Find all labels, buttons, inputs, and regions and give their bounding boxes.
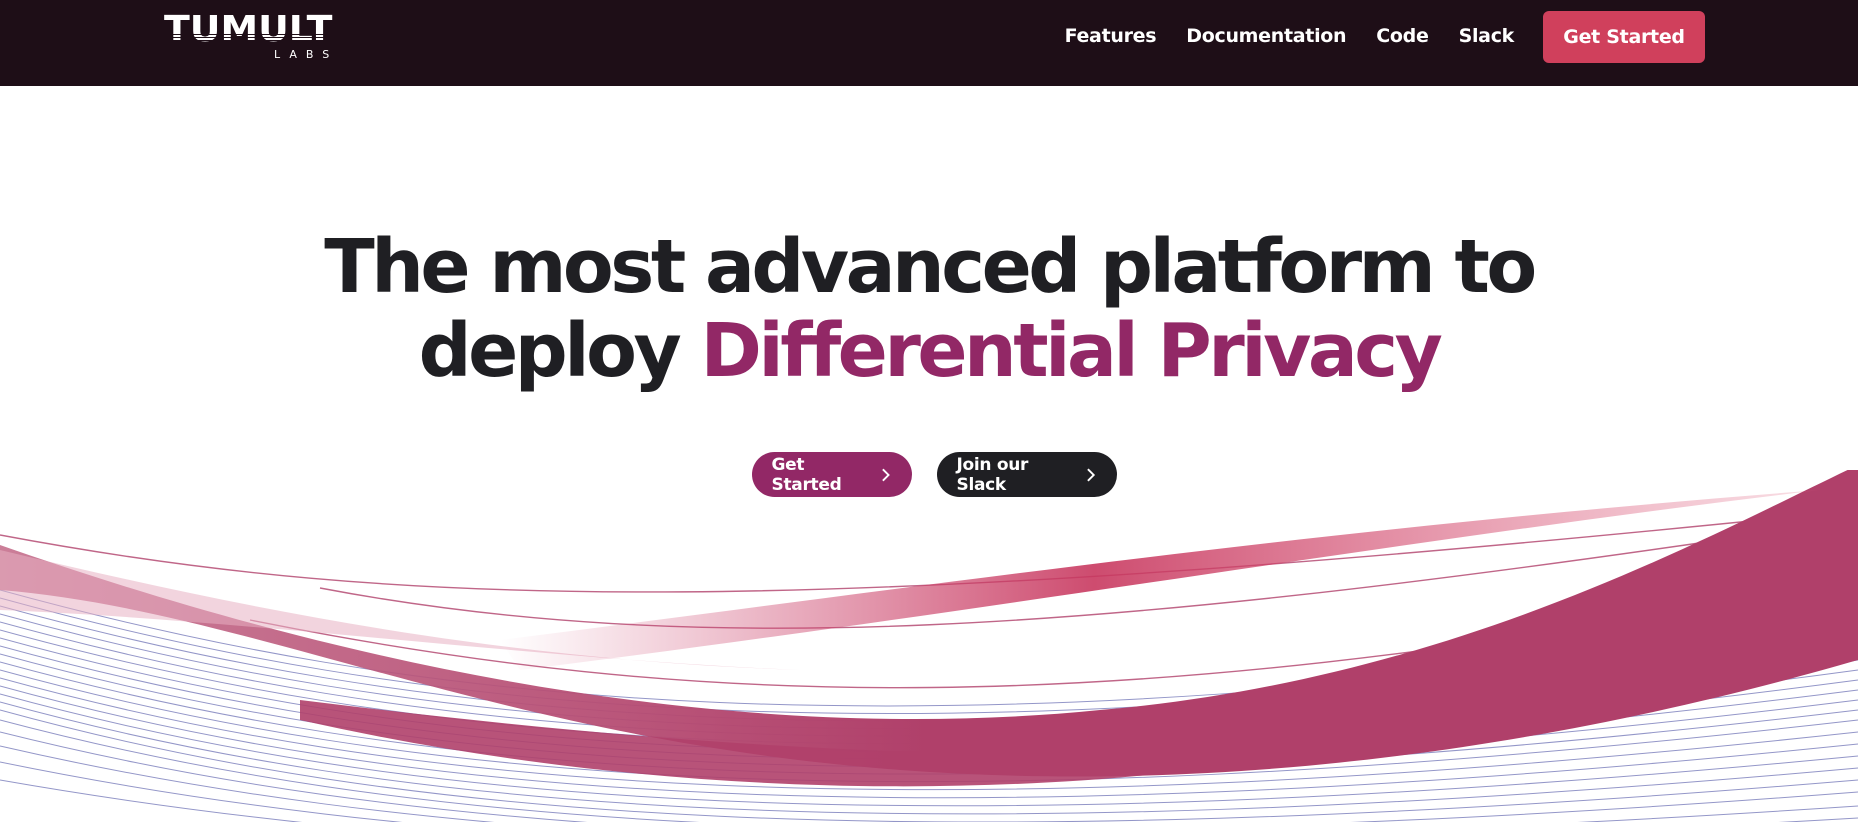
page: TUMULT LABS Features Documentation Code …	[0, 0, 1858, 822]
hero-heading-line-1: The most advanced platform to	[324, 224, 1537, 310]
hero-wave-graphic	[0, 470, 1858, 822]
hero-heading-line-2: deploy Differential Privacy	[0, 309, 1858, 393]
hero-join-slack-button[interactable]: Join our Slack	[936, 452, 1117, 497]
nav-get-started-button[interactable]: Get Started	[1543, 11, 1705, 63]
nav-link-documentation[interactable]: Documentation	[1186, 23, 1346, 49]
hero-heading: The most advanced platform to deploy Dif…	[0, 225, 1858, 393]
logo[interactable]: TUMULT LABS	[164, 12, 344, 62]
logo-subtitle: LABS	[274, 48, 339, 61]
nav-links: Features Documentation Code Slack	[1065, 23, 1515, 49]
hero-join-slack-label: Join our Slack	[956, 454, 1029, 495]
hero-heading-prefix: deploy	[418, 308, 701, 394]
hero-get-started-button[interactable]: Get Started	[751, 452, 912, 497]
nav-link-slack[interactable]: Slack	[1459, 23, 1515, 49]
top-navbar: TUMULT LABS Features Documentation Code …	[0, 0, 1858, 86]
nav-link-features[interactable]: Features	[1065, 23, 1157, 49]
hero-heading-accent: Differential Privacy	[700, 308, 1442, 394]
hero-get-started-label: Get Started	[771, 454, 842, 495]
hero-buttons: Get Started Join our Slack	[0, 452, 1858, 497]
chevron-right-icon	[1087, 468, 1095, 481]
wave-ribbon-sheen	[0, 550, 800, 670]
nav-link-code[interactable]: Code	[1376, 23, 1429, 49]
chevron-right-icon	[882, 468, 890, 481]
logo-wordmark: TUMULT	[164, 9, 333, 50]
